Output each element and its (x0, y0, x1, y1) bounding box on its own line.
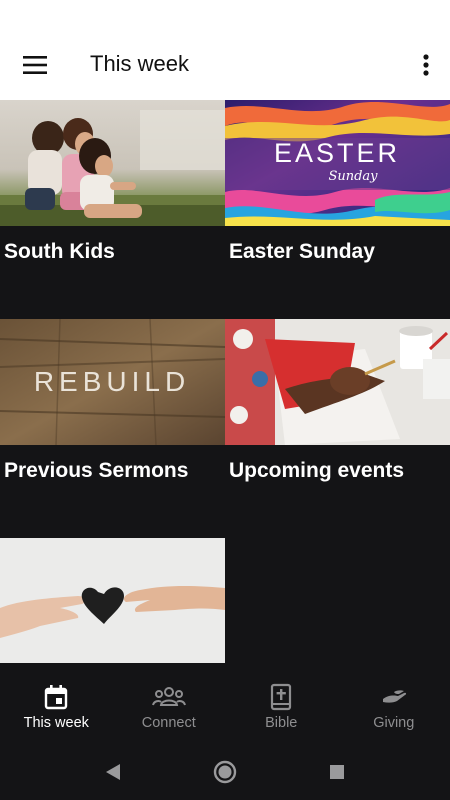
group-icon (151, 687, 186, 706)
card-south-kids[interactable]: South Kids (0, 100, 225, 319)
card-label: Easter Sunday (229, 240, 375, 263)
giving-hand-icon (382, 690, 406, 703)
calendar-icon (45, 685, 68, 710)
card-easter-sunday[interactable]: EASTER Sunday Easter Sunday (225, 100, 450, 319)
recents-icon[interactable] (324, 759, 350, 785)
nav-this-week[interactable]: This week (0, 663, 113, 745)
rebuild-graphic: REBUILD (0, 319, 225, 445)
nav-label: This week (23, 715, 89, 731)
content-grid: South Kids EASTER Sunday Easter Sunday R… (0, 100, 450, 663)
card-label: Previous Sermons (4, 459, 189, 482)
home-icon[interactable] (212, 759, 238, 785)
status-bar (0, 0, 450, 30)
hamburger-menu-icon (23, 56, 47, 74)
card-previous-sermons[interactable]: REBUILD Previous Sermons (0, 319, 225, 538)
page-title: This week (90, 51, 190, 76)
more-options-button[interactable] (414, 48, 438, 82)
hand-writing-calendar-photo (225, 319, 450, 445)
bible-icon (271, 683, 292, 711)
rebuild-art-text: REBUILD (34, 366, 190, 397)
more-vertical-icon (423, 54, 429, 76)
easter-art-text: EASTER (274, 138, 400, 168)
nav-giving[interactable]: Giving (338, 663, 450, 745)
bottom-navigation: This week Connect Bible Giving (0, 663, 450, 745)
card-label: Upcoming events (229, 459, 405, 482)
hands-passing-paper-heart-photo (0, 538, 225, 663)
nav-label: Giving (373, 715, 415, 731)
sunday-art-text: Sunday (328, 169, 378, 184)
nav-bible[interactable]: Bible (225, 663, 338, 745)
nav-connect[interactable]: Connect (113, 663, 226, 745)
nav-label: Bible (265, 715, 298, 731)
system-navigation-bar (0, 745, 450, 800)
app-bar: This week (0, 30, 450, 100)
easter-sunday-graphic: EASTER Sunday (225, 100, 450, 226)
card-label: South Kids (4, 240, 115, 263)
nav-label: Connect (141, 715, 196, 731)
hamburger-menu-button[interactable] (14, 50, 56, 80)
card-upcoming-events[interactable]: Upcoming events (225, 319, 450, 538)
children-sitting-photo (0, 100, 225, 226)
back-icon[interactable] (100, 759, 126, 785)
card-hands-heart[interactable] (0, 538, 225, 663)
